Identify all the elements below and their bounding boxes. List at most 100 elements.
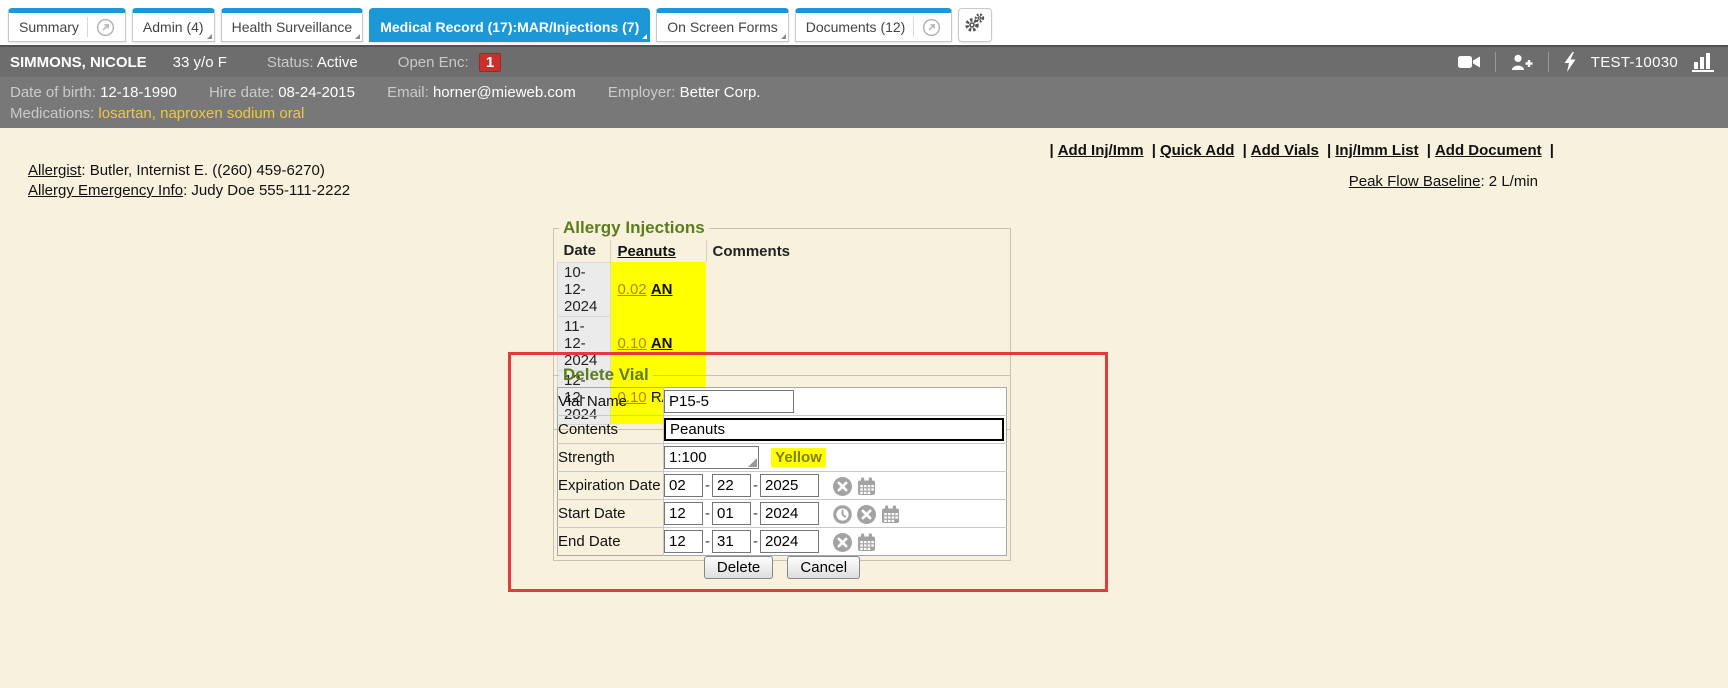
expiration-day-input[interactable] <box>712 474 751 497</box>
patient-name[interactable]: SIMMONS, NICOLE <box>10 54 147 71</box>
bar-chart-icon[interactable] <box>1692 52 1714 72</box>
hire-date-value: 08-24-2015 <box>278 84 355 101</box>
email-value: horner@mieweb.com <box>433 84 576 101</box>
form-row-contents: Contents <box>558 416 1007 444</box>
tab-medical-record[interactable]: Medical Record (17):MAR/Injections (7) <box>369 8 650 42</box>
resize-grip-icon[interactable] <box>748 458 757 467</box>
reaction-link[interactable]: AN <box>651 335 673 352</box>
tab-summary-label: Summary <box>19 19 79 35</box>
settings-gears-button[interactable] <box>958 8 992 42</box>
col-comments: Comments <box>706 240 1006 262</box>
tab-health-surveillance[interactable]: Health Surveillance <box>221 8 364 42</box>
start-day-input[interactable] <box>712 502 751 525</box>
demographics-line: Date of birth: 12-18-1990 Hire date: 08-… <box>10 82 1718 103</box>
vial-color-tag: Yellow <box>771 448 826 467</box>
peak-flow-baseline-link[interactable]: Peak Flow Baseline <box>1349 173 1481 190</box>
medications-line: Medications: losartan, naproxen sodium o… <box>10 103 1718 124</box>
clear-date-icon[interactable] <box>857 505 876 524</box>
tab-summary[interactable]: Summary <box>8 8 126 42</box>
separator: | <box>1152 142 1156 159</box>
date-separator: - <box>753 477 758 494</box>
quick-add-link[interactable]: Quick Add <box>1160 142 1234 159</box>
tab-bar: Summary Admin (4) Health Surveillance Me… <box>0 0 1728 45</box>
strength-input[interactable] <box>664 446 759 469</box>
end-day-input[interactable] <box>712 530 751 553</box>
add-person-icon[interactable] <box>1510 53 1534 72</box>
action-links: |Add Inj/Imm |Quick Add |Add Vials |Inj/… <box>1046 142 1558 159</box>
clock-icon[interactable] <box>833 505 852 524</box>
tab-admin-label: Admin (4) <box>143 19 204 35</box>
allergist-value: : Butler, Internist E. ((260) 459-6270) <box>81 162 324 179</box>
open-enc-badge[interactable]: 1 <box>479 53 501 72</box>
delete-button[interactable]: Delete <box>704 556 773 579</box>
employer-value: Better Corp. <box>680 84 761 101</box>
reaction-link[interactable]: AN <box>651 281 673 298</box>
patient-age-sex: 33 y/o F <box>173 54 227 71</box>
end-month-input[interactable] <box>664 530 703 553</box>
calendar-icon[interactable] <box>881 505 900 524</box>
open-enc-label: Open Enc: <box>398 54 469 71</box>
vial-name-label: Vial Name <box>558 388 664 416</box>
calendar-icon[interactable] <box>857 477 876 496</box>
medications-label: Medications: <box>10 105 94 122</box>
form-row-expiration-date: Expiration Date -- <box>558 472 1007 500</box>
dropdown-fold-icon <box>355 34 360 39</box>
allergist-link[interactable]: Allergist <box>28 162 81 179</box>
popup-arrow-icon[interactable] <box>96 18 115 37</box>
vial-name-input[interactable] <box>664 390 794 413</box>
add-vials-link[interactable]: Add Vials <box>1251 142 1319 159</box>
lightning-icon[interactable] <box>1563 52 1577 72</box>
start-month-input[interactable] <box>664 502 703 525</box>
allergy-injections-title: Allergy Injections <box>559 218 709 238</box>
separator: | <box>1050 142 1054 159</box>
inj-imm-list-link[interactable]: Inj/Imm List <box>1335 142 1418 159</box>
date-separator: - <box>705 505 710 522</box>
add-document-link[interactable]: Add Document <box>1435 142 1542 159</box>
date-separator: - <box>705 477 710 494</box>
col-peanuts-link[interactable]: Peanuts <box>617 243 675 260</box>
table-header-row: Date Peanuts Comments <box>558 240 1007 262</box>
expiration-year-input[interactable] <box>760 474 819 497</box>
calendar-icon[interactable] <box>857 533 876 552</box>
chart-id: TEST-10030 <box>1591 54 1678 71</box>
tab-health-surveillance-label: Health Surveillance <box>232 19 353 35</box>
form-row-strength: Strength Yellow <box>558 444 1007 472</box>
injection-date: 11-12-2024 <box>558 316 611 370</box>
peak-flow-baseline: Peak Flow Baseline: 2 L/min <box>1349 173 1538 190</box>
tab-documents[interactable]: Documents (12) <box>795 8 953 42</box>
tab-on-screen-forms[interactable]: On Screen Forms <box>656 8 788 42</box>
dropdown-fold-icon <box>207 34 212 39</box>
clear-date-icon[interactable] <box>833 477 852 496</box>
medication-link-naproxen[interactable]: naproxen sodium oral <box>160 105 304 122</box>
add-inj-imm-link[interactable]: Add Inj/Imm <box>1058 142 1144 159</box>
end-year-input[interactable] <box>760 530 819 553</box>
allergy-emergency-value: : Judy Doe 555-111-2222 <box>183 182 350 199</box>
tab-admin[interactable]: Admin (4) <box>132 8 215 42</box>
date-separator: - <box>705 533 710 550</box>
demographics-bar: Date of birth: 12-18-1990 Hire date: 08-… <box>0 77 1728 128</box>
separator: | <box>1427 142 1431 159</box>
video-camera-icon[interactable] <box>1457 53 1481 71</box>
medication-link-losartan[interactable]: losartan <box>98 105 151 122</box>
expiration-month-input[interactable] <box>664 474 703 497</box>
form-row-end-date: End Date - - <box>558 528 1007 556</box>
strength-label: Strength <box>558 444 664 472</box>
injection-date: 10-12-2024 <box>558 262 611 316</box>
dose-link[interactable]: 0.02 <box>617 281 646 298</box>
tab-divider <box>87 17 88 37</box>
tab-on-screen-forms-label: On Screen Forms <box>667 19 777 35</box>
start-year-input[interactable] <box>760 502 819 525</box>
end-date-label: End Date <box>558 528 664 556</box>
cancel-button[interactable]: Cancel <box>787 556 860 579</box>
delete-vial-section: Delete Vial Vial Name Contents Strength <box>553 365 1011 561</box>
table-row: 11-12-2024 0.10 AN <box>558 316 1007 370</box>
dose-link[interactable]: 0.10 <box>617 335 646 352</box>
patient-header-bar: SIMMONS, NICOLE 33 y/o F Status: Active … <box>0 45 1728 77</box>
dropdown-fold-icon <box>642 34 647 39</box>
popup-arrow-icon[interactable] <box>922 18 941 37</box>
clear-date-icon[interactable] <box>833 533 852 552</box>
allergy-emergency-info-link[interactable]: Allergy Emergency Info <box>28 182 183 199</box>
dob-value: 12-18-1990 <box>100 84 177 101</box>
date-separator: - <box>753 533 758 550</box>
contents-input[interactable] <box>664 418 1004 441</box>
